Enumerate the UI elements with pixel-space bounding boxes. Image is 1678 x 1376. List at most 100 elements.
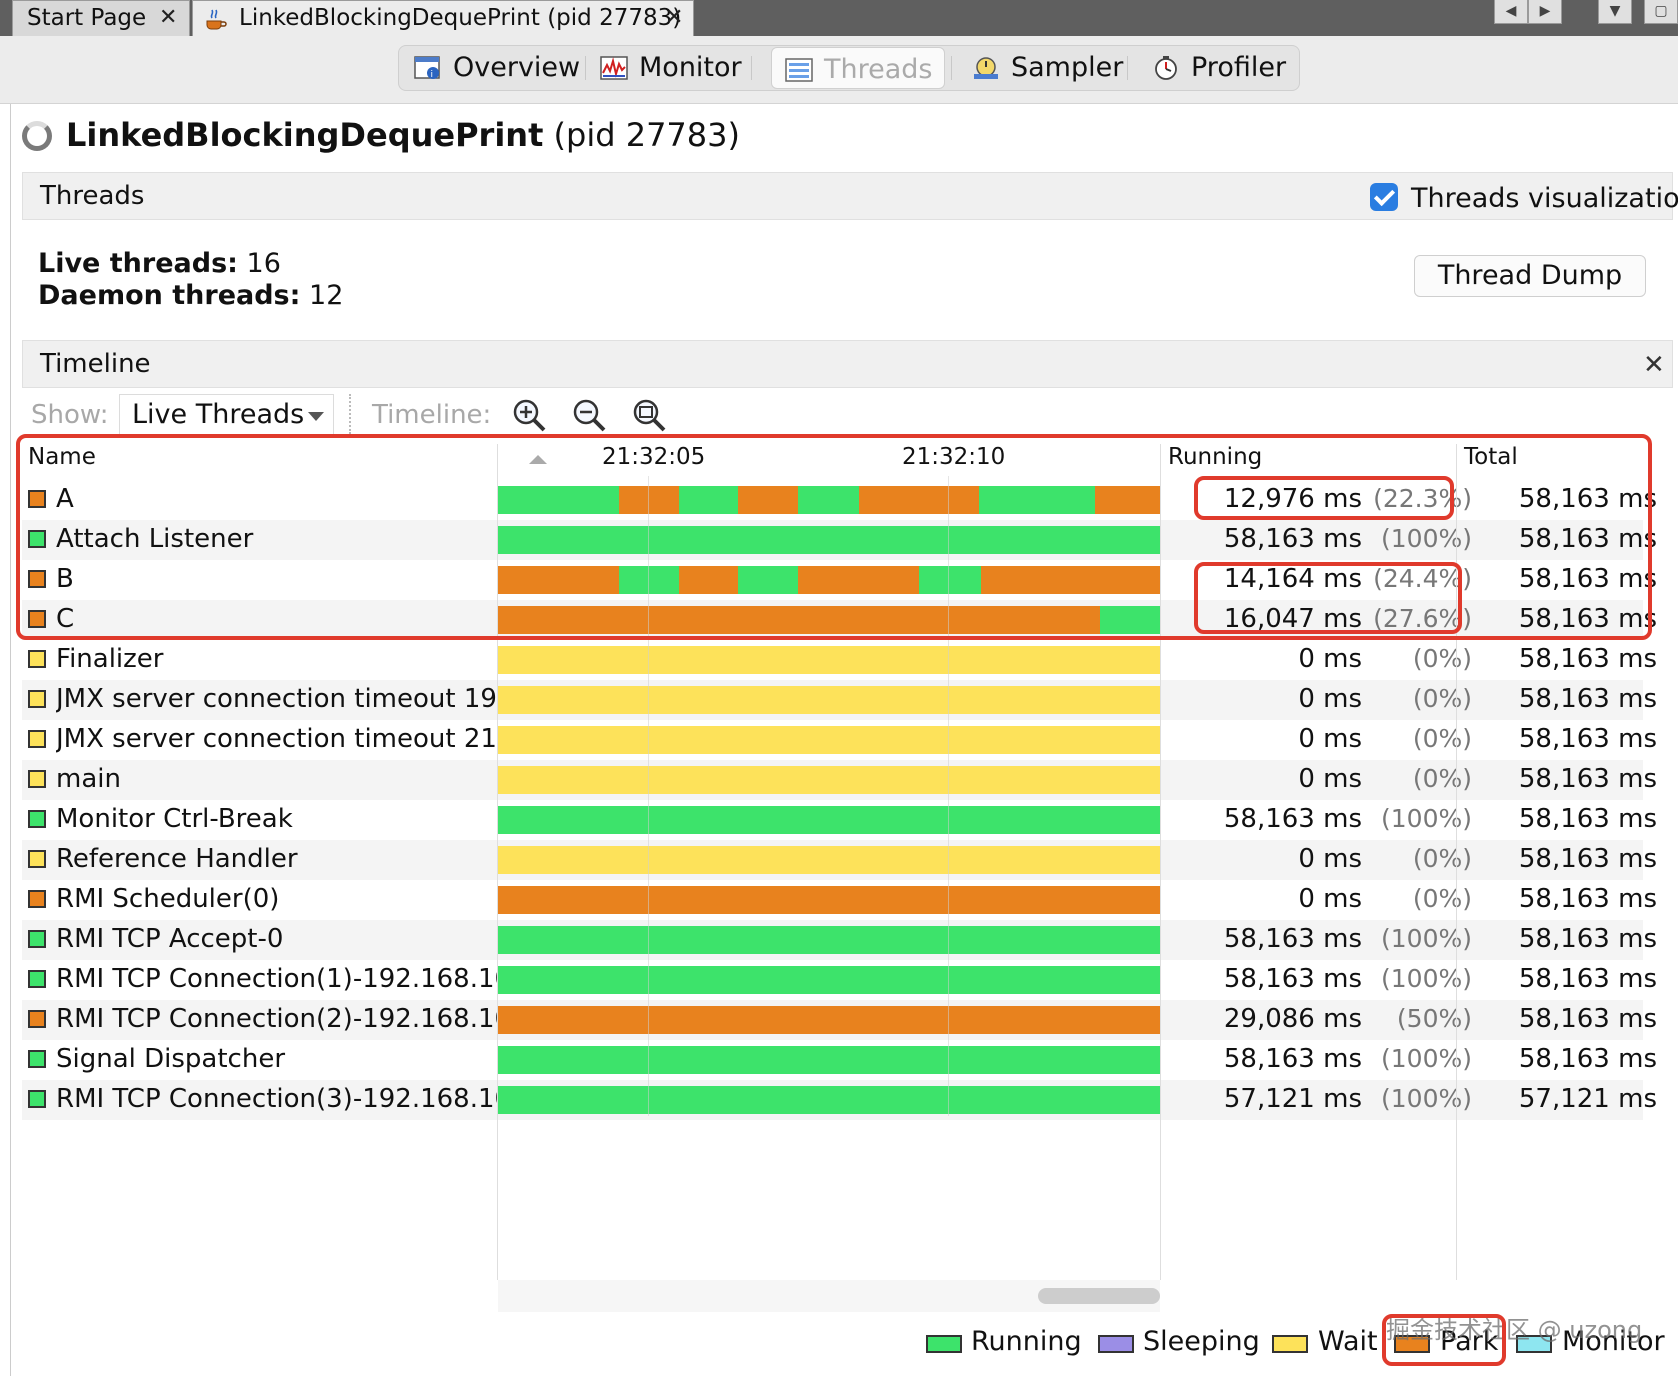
timeline-bar bbox=[498, 726, 1160, 754]
total-time: 58,163 ms bbox=[1518, 884, 1657, 914]
tab-overview[interactable]: i Overview bbox=[401, 46, 581, 90]
timeline-section-header: Timeline bbox=[22, 340, 1673, 388]
loading-spinner-icon bbox=[22, 121, 52, 151]
table-row[interactable]: Signal Dispatcher 58,163 ms (100%) 58,163 m… bbox=[22, 1040, 1657, 1080]
tab-list-button[interactable]: ▼ bbox=[1598, 0, 1632, 24]
zoom-out-icon[interactable] bbox=[570, 397, 610, 433]
tab-overview-label: Overview bbox=[453, 52, 581, 83]
close-icon[interactable]: ✕ bbox=[665, 1, 683, 35]
annotation-box-running-bc bbox=[1194, 562, 1462, 634]
live-threads-value: 16 bbox=[246, 248, 281, 279]
scroll-left-button[interactable]: ◀ bbox=[1494, 0, 1528, 24]
table-row[interactable]: JMX server connection timeout 19 0 ms (0%)… bbox=[22, 680, 1657, 720]
section-title: Timeline bbox=[40, 349, 151, 379]
tab-sampler[interactable]: Sampler bbox=[959, 46, 1123, 90]
timeline-segment-wait bbox=[498, 686, 1160, 714]
close-icon[interactable]: ✕ bbox=[1643, 350, 1665, 380]
tab-sampler-label: Sampler bbox=[1011, 52, 1124, 83]
zoom-in-icon[interactable] bbox=[510, 397, 550, 433]
zoom-fit-icon[interactable] bbox=[630, 397, 670, 433]
table-row[interactable]: Reference Handler 0 ms (0%) 58,163 ms bbox=[22, 840, 1657, 880]
annotation-box-running-a bbox=[1194, 476, 1454, 520]
total-time: 58,163 ms bbox=[1518, 1044, 1657, 1074]
timeline-segment-running bbox=[498, 1046, 1160, 1074]
show-filter-dropdown[interactable]: Live Threads bbox=[119, 394, 334, 436]
table-row[interactable]: RMI TCP Connection(1)-192.168.10 58,163 m… bbox=[22, 960, 1657, 1000]
thread-state-swatch bbox=[28, 850, 46, 868]
daemon-threads-label: Daemon threads: bbox=[38, 280, 301, 311]
threads-visualization-checkbox[interactable] bbox=[1370, 183, 1398, 211]
legend-swatch bbox=[1098, 1335, 1134, 1353]
running-time: 0 ms bbox=[1298, 764, 1362, 794]
timeline-segment-running bbox=[498, 926, 1160, 954]
thread-name: Finalizer bbox=[56, 644, 164, 674]
divider bbox=[349, 394, 351, 434]
running-time: 58,163 ms bbox=[1223, 804, 1362, 834]
total-time: 58,163 ms bbox=[1518, 684, 1657, 714]
timeline-bar bbox=[498, 1046, 1160, 1074]
timeline-segment-wait bbox=[498, 846, 1160, 874]
thread-name: Monitor Ctrl-Break bbox=[56, 804, 293, 834]
profiler-icon bbox=[1155, 56, 1177, 80]
timeline-segment-park bbox=[498, 886, 1160, 914]
legend-label: Wait bbox=[1318, 1326, 1378, 1357]
timeline-bar bbox=[498, 966, 1160, 994]
total-time: 58,163 ms bbox=[1518, 924, 1657, 954]
threads-icon bbox=[785, 58, 813, 82]
tab-profiler[interactable]: Profiler bbox=[1139, 46, 1299, 90]
close-icon[interactable]: ✕ bbox=[159, 1, 177, 35]
divider bbox=[951, 56, 952, 80]
threads-visualization-label[interactable]: Threads visualization bbox=[1411, 183, 1678, 214]
table-row[interactable]: RMI TCP Connection(2)-192.168.10 29,086 m… bbox=[22, 1000, 1657, 1040]
daemon-threads-value: 12 bbox=[309, 280, 344, 311]
divider bbox=[1127, 56, 1128, 80]
legend-label: Running bbox=[971, 1326, 1082, 1357]
tab-app[interactable]: LinkedBlockingDequePrint (pid 27783) ✕ bbox=[192, 0, 694, 36]
horizontal-scrollbar[interactable] bbox=[1038, 1288, 1160, 1304]
total-time: 58,163 ms bbox=[1518, 804, 1657, 834]
table-row[interactable]: Finalizer 0 ms (0%) 58,163 ms bbox=[22, 640, 1657, 680]
timeline-segment-running bbox=[498, 966, 1160, 994]
thread-name: RMI TCP Connection(2)-192.168.10 bbox=[56, 1004, 512, 1034]
tab-monitor[interactable]: Monitor bbox=[587, 46, 747, 90]
timeline-bar bbox=[498, 646, 1160, 674]
thread-state-swatch bbox=[28, 690, 46, 708]
divider bbox=[585, 56, 586, 80]
show-label: Show: bbox=[31, 400, 109, 430]
threads-section-header: Threads Threads visualization bbox=[22, 172, 1678, 220]
running-time: 58,163 ms bbox=[1223, 1044, 1362, 1074]
maximize-button[interactable]: ▢ bbox=[1644, 0, 1678, 24]
table-row[interactable]: Monitor Ctrl-Break 58,163 ms (100%) 58,163 … bbox=[22, 800, 1657, 840]
table-row[interactable]: JMX server connection timeout 21 0 ms (0%)… bbox=[22, 720, 1657, 760]
panel-border bbox=[10, 104, 11, 1376]
total-time: 58,163 ms bbox=[1518, 844, 1657, 874]
java-cup-icon bbox=[206, 9, 227, 30]
tab-profiler-label: Profiler bbox=[1191, 52, 1287, 83]
table-row[interactable]: RMI TCP Accept-0 58,163 ms (100%) 58,163 ms bbox=[22, 920, 1657, 960]
thread-name: JMX server connection timeout 21 bbox=[56, 724, 497, 754]
table-row[interactable]: RMI Scheduler(0) 0 ms (0%) 58,163 ms bbox=[22, 880, 1657, 920]
tab-start-page[interactable]: Start Page ✕ bbox=[12, 0, 190, 36]
thread-dump-button[interactable]: Thread Dump bbox=[1414, 255, 1646, 297]
total-time: 58,163 ms bbox=[1518, 764, 1657, 794]
thread-state-swatch bbox=[28, 1050, 46, 1068]
running-time: 0 ms bbox=[1298, 884, 1362, 914]
thread-state-swatch bbox=[28, 650, 46, 668]
divider bbox=[751, 56, 752, 80]
tab-threads[interactable]: Threads bbox=[771, 47, 945, 89]
live-threads-label: Live threads: bbox=[38, 248, 238, 279]
tab-monitor-label: Monitor bbox=[639, 52, 742, 83]
running-time: 0 ms bbox=[1298, 844, 1362, 874]
table-row[interactable]: RMI TCP Connection(3)-192.168.10 57,121 m… bbox=[22, 1080, 1657, 1120]
timeline-bar bbox=[498, 1086, 1160, 1114]
tab-app-label: LinkedBlockingDequePrint (pid 27783) bbox=[239, 5, 682, 31]
thread-name: RMI TCP Connection(1)-192.168.10 bbox=[56, 964, 512, 994]
table-row[interactable]: main 0 ms (0%) 58,163 ms bbox=[22, 760, 1657, 800]
thread-state-swatch bbox=[28, 970, 46, 988]
timeline-bar bbox=[498, 886, 1160, 914]
app-name: LinkedBlockingDequePrint bbox=[66, 116, 544, 154]
timeline-segment-park bbox=[498, 1006, 1160, 1034]
app-pid: (pid 27783) bbox=[553, 116, 740, 154]
annotation-box-legend-park bbox=[1382, 1314, 1506, 1366]
scroll-right-button[interactable]: ▶ bbox=[1528, 0, 1562, 24]
